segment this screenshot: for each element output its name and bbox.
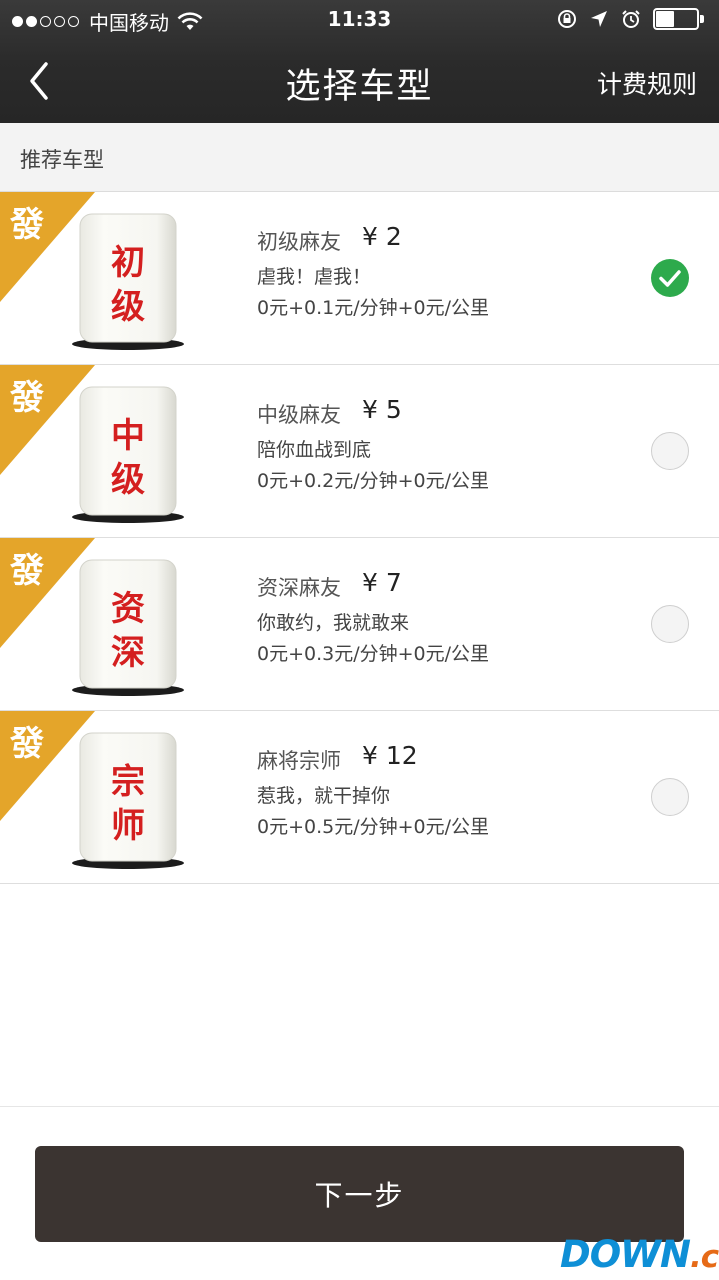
car-name: 资深麻友	[257, 576, 341, 600]
car-type-row[interactable]: 發 宗 师 麻将宗师 ¥ 12 惹我，就干掉你 0元+0.5元/分钟+0元/公里	[0, 711, 719, 884]
tile-char-2: 师	[111, 806, 145, 846]
radio-button[interactable]	[651, 605, 689, 643]
rotation-lock-icon	[558, 10, 576, 28]
tile-char-1: 初	[111, 243, 145, 283]
car-price: ¥ 7	[362, 568, 402, 597]
tile-char-1: 资	[111, 589, 145, 629]
tile-char-2: 深	[111, 633, 145, 673]
mahjong-tile-icon: 初 级	[72, 213, 184, 350]
tile-char-2: 级	[111, 460, 145, 500]
selected-check-icon[interactable]	[651, 259, 689, 297]
pricing-rules-link[interactable]: 计费规则	[597, 65, 697, 101]
car-name: 中级麻友	[257, 403, 341, 427]
car-type-list: 發 初 级 初级麻友 ¥ 2 虐我！虐我！ 0元+0.1元/分钟+0元/公里 發…	[0, 192, 719, 884]
tile-char-2: 级	[111, 287, 145, 327]
navigation-bar: 选择车型 计费规则	[0, 40, 719, 123]
car-rate: 0元+0.1元/分钟+0元/公里	[257, 297, 490, 319]
section-title: 推荐车型	[20, 148, 104, 172]
battery-icon	[653, 8, 705, 30]
radio-button[interactable]	[651, 778, 689, 816]
car-type-row[interactable]: 發 初 级 初级麻友 ¥ 2 虐我！虐我！ 0元+0.1元/分钟+0元/公里	[0, 192, 719, 365]
tile-char-1: 中	[111, 416, 145, 456]
car-slogan: 陪你血战到底	[257, 439, 372, 461]
mahjong-tile-icon: 中 级	[72, 386, 184, 523]
car-type-row[interactable]: 發 中 级 中级麻友 ¥ 5 陪你血战到底 0元+0.2元/分钟+0元/公里	[0, 365, 719, 538]
radio-button[interactable]	[651, 432, 689, 470]
next-step-button[interactable]: 下一步	[35, 1146, 684, 1242]
tile-char-1: 宗	[111, 762, 145, 802]
car-slogan: 你敢约，我就敢来	[257, 612, 410, 634]
car-price: ¥ 5	[362, 395, 402, 424]
car-rate: 0元+0.5元/分钟+0元/公里	[257, 816, 490, 838]
car-rate: 0元+0.3元/分钟+0元/公里	[257, 643, 490, 665]
section-header: 推荐车型	[0, 123, 719, 192]
car-rate: 0元+0.2元/分钟+0元/公里	[257, 470, 490, 492]
status-right	[557, 8, 705, 30]
car-name: 麻将宗师	[257, 749, 341, 773]
alarm-icon	[622, 10, 640, 28]
car-price: ¥ 2	[362, 222, 402, 251]
car-slogan: 惹我，就干掉你	[257, 785, 391, 807]
app-header: 中国移动 11:33 选择车型 计费规则	[0, 0, 719, 123]
mahjong-tile-icon: 宗 师	[72, 732, 184, 869]
mahjong-tile-icon: 资 深	[72, 559, 184, 696]
ribbon-glyph: 發	[9, 724, 44, 764]
car-type-row[interactable]: 發 资 深 资深麻友 ¥ 7 你敢约，我就敢来 0元+0.3元/分钟+0元/公里	[0, 538, 719, 711]
car-price: ¥ 12	[362, 741, 418, 770]
watermark-logo: DOWN.cc	[560, 1233, 719, 1276]
location-arrow-icon	[591, 11, 607, 27]
ribbon-glyph: 發	[9, 378, 44, 418]
status-bar: 中国移动 11:33	[0, 0, 719, 40]
car-name: 初级麻友	[257, 230, 341, 254]
ribbon-glyph: 發	[9, 551, 44, 591]
ribbon-glyph: 發	[9, 205, 44, 245]
car-slogan: 虐我！虐我！	[257, 266, 372, 288]
